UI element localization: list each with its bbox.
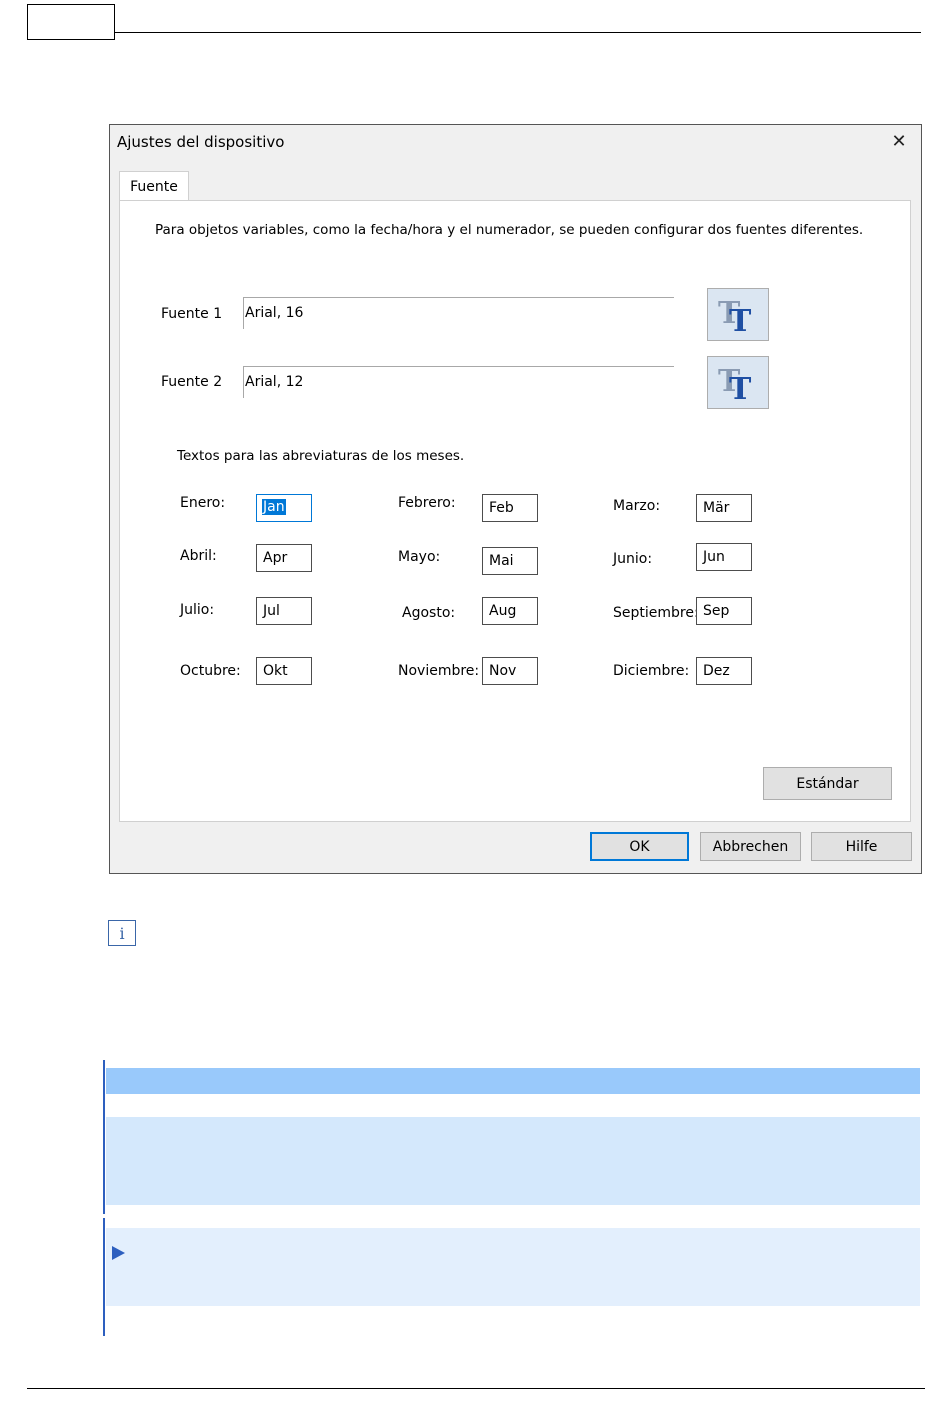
months-heading: Textos para las abreviaturas de los mese…	[177, 448, 465, 464]
month-label-agosto: Agosto:	[402, 605, 456, 621]
month-value-enero: Jan	[262, 499, 286, 515]
note-rule	[103, 1060, 105, 1110]
ok-button[interactable]: OK	[590, 832, 689, 861]
month-field-abril[interactable]: Apr	[256, 544, 312, 572]
note-header-band	[106, 1068, 920, 1094]
font-icon: T T	[718, 296, 752, 335]
standard-button[interactable]: Estándar	[763, 767, 892, 800]
month-label-enero: Enero:	[180, 495, 226, 511]
month-label-marzo: Marzo:	[613, 498, 661, 514]
month-label-septiembre: Septiembre:	[613, 605, 699, 621]
font2-label: Fuente 2	[161, 374, 223, 390]
month-field-junio[interactable]: Jun	[696, 543, 752, 571]
font1-picker-button[interactable]: T T	[707, 288, 769, 341]
header-rule	[115, 32, 921, 33]
month-field-noviembre[interactable]: Nov	[482, 657, 538, 685]
month-field-agosto[interactable]: Aug	[482, 597, 538, 625]
font2-picker-button[interactable]: T T	[707, 356, 769, 409]
footer-rule	[27, 1388, 925, 1389]
month-field-octubre[interactable]: Okt	[256, 657, 312, 685]
month-label-febrero: Febrero:	[398, 495, 456, 511]
month-field-julio[interactable]: Jul	[256, 597, 312, 625]
month-label-diciembre: Diciembre:	[613, 663, 690, 679]
close-icon[interactable]: ✕	[887, 129, 911, 153]
help-button[interactable]: Hilfe	[811, 832, 912, 861]
font-tab-panel: Para objetos variables, como la fecha/ho…	[119, 200, 911, 822]
month-field-febrero[interactable]: Feb	[482, 494, 538, 522]
font1-label: Fuente 1	[161, 306, 223, 322]
device-settings-dialog: Ajustes del dispositivo ✕ Fuente Para ob…	[109, 124, 922, 874]
note-rule	[103, 1218, 105, 1336]
dialog-description: Para objetos variables, como la fecha/ho…	[155, 222, 864, 238]
month-field-enero[interactable]: Jan	[256, 494, 312, 522]
month-label-mayo: Mayo:	[398, 549, 441, 565]
play-arrow-icon	[112, 1246, 125, 1260]
month-field-mayo[interactable]: Mai	[482, 547, 538, 575]
month-label-julio: Julio:	[180, 602, 215, 618]
cancel-button[interactable]: Abbrechen	[700, 832, 801, 861]
info-icon: i	[108, 920, 136, 946]
month-label-octubre: Octubre:	[180, 663, 241, 679]
note-body-band	[106, 1117, 920, 1205]
month-label-abril: Abril:	[180, 548, 217, 564]
font1-field[interactable]: Arial, 16	[243, 297, 674, 329]
month-label-noviembre: Noviembre:	[398, 663, 480, 679]
month-field-marzo[interactable]: Mär	[696, 494, 752, 522]
font-icon: T T	[718, 364, 752, 403]
month-field-septiembre[interactable]: Sep	[696, 597, 752, 625]
font2-field[interactable]: Arial, 12	[243, 366, 674, 398]
page-number-box	[27, 4, 115, 40]
dialog-title: Ajustes del dispositivo	[117, 133, 285, 151]
month-label-junio: Junio:	[613, 551, 653, 567]
tab-fuente[interactable]: Fuente	[119, 171, 189, 201]
note-rule	[103, 1110, 105, 1214]
note-step-band	[106, 1228, 920, 1306]
svg-text:T: T	[729, 304, 752, 335]
svg-text:T: T	[729, 372, 752, 403]
month-field-diciembre[interactable]: Dez	[696, 657, 752, 685]
